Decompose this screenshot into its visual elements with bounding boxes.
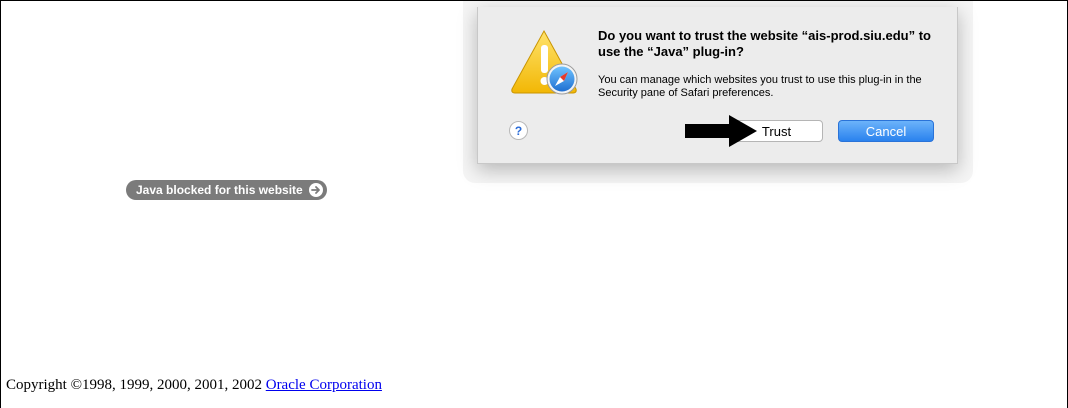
safari-compass-icon — [546, 63, 578, 95]
black-arrow-pointer — [685, 115, 757, 147]
help-button[interactable]: ? — [509, 121, 528, 140]
java-blocked-label: Java blocked for this website — [136, 183, 303, 197]
copyright-text: Copyright ©1998, 1999, 2000, 2001, 2002 — [6, 377, 262, 393]
dialog-title: Do you want to trust the website “ais-pr… — [598, 28, 931, 59]
warning-triangle-icon — [511, 29, 578, 95]
browser-page: Java blocked for this website Do you wan… — [0, 0, 1068, 408]
oracle-corporation-link[interactable]: Oracle Corporation — [266, 377, 382, 393]
cancel-button[interactable]: Cancel — [838, 120, 934, 142]
arrow-right-circle-icon — [308, 183, 323, 197]
dialog-message: You can manage which websites you trust … — [598, 74, 922, 99]
copyright-footer: Copyright ©1998, 1999, 2000, 2001, 2002 … — [6, 377, 382, 394]
java-blocked-button[interactable]: Java blocked for this website — [126, 180, 327, 200]
